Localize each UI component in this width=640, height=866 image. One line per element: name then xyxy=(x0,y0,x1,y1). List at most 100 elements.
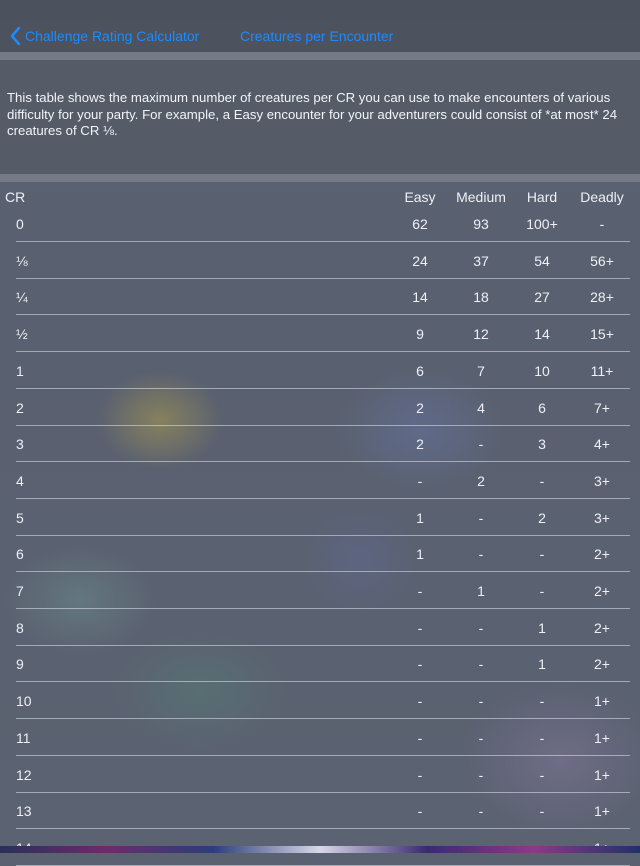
background-image-strip xyxy=(0,846,640,853)
table-row: 4 - 2 - 3+ xyxy=(0,463,640,499)
cell-medium: 4 xyxy=(477,399,485,416)
cell-hard: 27 xyxy=(534,289,550,306)
header-easy: Easy xyxy=(404,189,436,205)
table-row: 6 1 - - 2+ xyxy=(0,536,640,573)
cell-deadly: 1+ xyxy=(594,766,610,783)
cell-cr: 1 xyxy=(16,362,24,379)
cell-cr: 8 xyxy=(16,619,24,636)
table-row: ⅛ 24 37 54 56+ xyxy=(0,243,640,279)
cell-cr: ¼ xyxy=(16,289,28,306)
cell-deadly: 11+ xyxy=(590,362,614,379)
cell-cr: ½ xyxy=(16,326,28,343)
cell-deadly: 15+ xyxy=(590,326,614,343)
cell-easy: - xyxy=(417,766,423,783)
cell-deadly: 3+ xyxy=(594,509,610,526)
cell-hard: - xyxy=(539,693,545,710)
table-row: 12 - - - 1+ xyxy=(0,757,640,793)
cell-cr: ⅛ xyxy=(16,252,28,269)
cell-cr: 3 xyxy=(16,436,24,453)
cell-hard: - xyxy=(539,729,545,746)
cell-hard: 54 xyxy=(534,252,550,269)
cell-cr: 12 xyxy=(16,766,32,783)
cell-cr: 2 xyxy=(16,399,24,416)
cell-easy: - xyxy=(417,803,423,820)
cell-hard: 1 xyxy=(538,656,546,673)
cell-cr: 0 xyxy=(16,216,24,232)
back-button[interactable]: Challenge Rating Calculator xyxy=(10,24,199,48)
chevron-left-icon xyxy=(10,27,21,45)
cell-easy: - xyxy=(417,619,423,636)
header-hard: Hard xyxy=(526,189,558,205)
cell-hard: 100+ xyxy=(526,216,558,232)
cell-easy: 62 xyxy=(412,216,428,232)
cell-easy: - xyxy=(417,656,423,673)
cell-deadly: - xyxy=(599,216,605,232)
table-row: 5 1 - 2 3+ xyxy=(0,500,640,536)
cell-medium: - xyxy=(478,436,484,453)
cell-hard: 1 xyxy=(538,619,546,636)
cell-deadly: 7+ xyxy=(594,399,610,416)
cell-medium: 93 xyxy=(473,216,489,232)
cell-medium: 12 xyxy=(473,326,489,343)
cell-easy: 1 xyxy=(416,509,424,526)
cell-medium: 7 xyxy=(477,362,485,379)
table-row: 10 - - - 1+ xyxy=(0,683,640,720)
table-row: ¼ 14 18 27 28+ xyxy=(0,279,640,316)
cell-cr: 13 xyxy=(16,803,32,820)
cell-cr: 10 xyxy=(16,693,32,710)
cell-hard: 3 xyxy=(538,436,546,453)
cell-hard: - xyxy=(539,766,545,783)
cell-medium: 18 xyxy=(473,289,489,306)
cell-hard: - xyxy=(539,472,545,489)
cell-deadly: 2+ xyxy=(594,656,610,673)
table-row: ½ 9 12 14 15+ xyxy=(0,316,640,353)
table-row: 2 2 4 6 7+ xyxy=(0,390,640,426)
back-button-label: Challenge Rating Calculator xyxy=(25,28,200,44)
cell-medium: 1 xyxy=(477,583,485,599)
cell-deadly: 28+ xyxy=(590,289,614,306)
cell-easy: 9 xyxy=(416,326,424,343)
cell-cr: 5 xyxy=(16,509,24,526)
cell-deadly: 2+ xyxy=(594,619,610,636)
cell-hard: - xyxy=(539,803,545,820)
cell-easy: 24 xyxy=(412,252,428,269)
table-row: 9 - - 1 2+ xyxy=(0,646,640,683)
intro-panel: This table shows the maximum number of c… xyxy=(0,60,640,174)
cell-deadly: 1+ xyxy=(594,729,610,746)
cell-deadly: 1+ xyxy=(594,803,610,820)
cell-medium: - xyxy=(478,619,484,636)
cell-medium: - xyxy=(478,509,484,526)
cell-deadly: 1+ xyxy=(594,693,610,710)
cell-medium: - xyxy=(478,656,484,673)
cell-medium: - xyxy=(478,546,484,563)
cell-deadly: 2+ xyxy=(594,546,610,563)
navigation-bar: Challenge Rating Calculator Creatures pe… xyxy=(0,20,640,52)
cell-hard: 2 xyxy=(538,509,546,526)
creatures-table: CR Easy Medium Hard Deadly 0 62 93 100+ - ⅛ 24… xyxy=(0,182,640,866)
header-medium: Medium xyxy=(456,189,506,205)
table-row: 0 62 93 100+ - xyxy=(0,206,640,242)
cell-medium: 37 xyxy=(473,252,489,269)
table-row: 13 - - - 1+ xyxy=(0,793,640,830)
cell-cr: 11 xyxy=(16,729,31,746)
table-row: 3 2 - 3 4+ xyxy=(0,426,640,463)
cell-hard: - xyxy=(539,583,545,599)
cell-medium: - xyxy=(478,693,484,710)
status-bar xyxy=(0,0,640,20)
divider xyxy=(0,52,640,60)
table-row: 8 - - 1 2+ xyxy=(0,610,640,646)
cell-deadly: 56+ xyxy=(590,252,614,269)
cell-easy: - xyxy=(417,583,423,599)
cell-cr: 6 xyxy=(16,546,24,563)
table-row: 1 6 7 10 11+ xyxy=(0,353,640,389)
header-deadly: Deadly xyxy=(580,189,624,205)
cell-easy: 14 xyxy=(412,289,428,306)
cell-deadly: 4+ xyxy=(594,436,610,453)
cell-hard: 6 xyxy=(538,399,546,416)
cell-cr: 7 xyxy=(16,583,24,599)
cell-medium: 2 xyxy=(477,472,485,489)
cell-cr: 9 xyxy=(16,656,24,673)
cell-easy: 2 xyxy=(416,436,424,453)
cell-hard: 14 xyxy=(534,326,550,343)
cell-cr: 4 xyxy=(16,472,24,489)
